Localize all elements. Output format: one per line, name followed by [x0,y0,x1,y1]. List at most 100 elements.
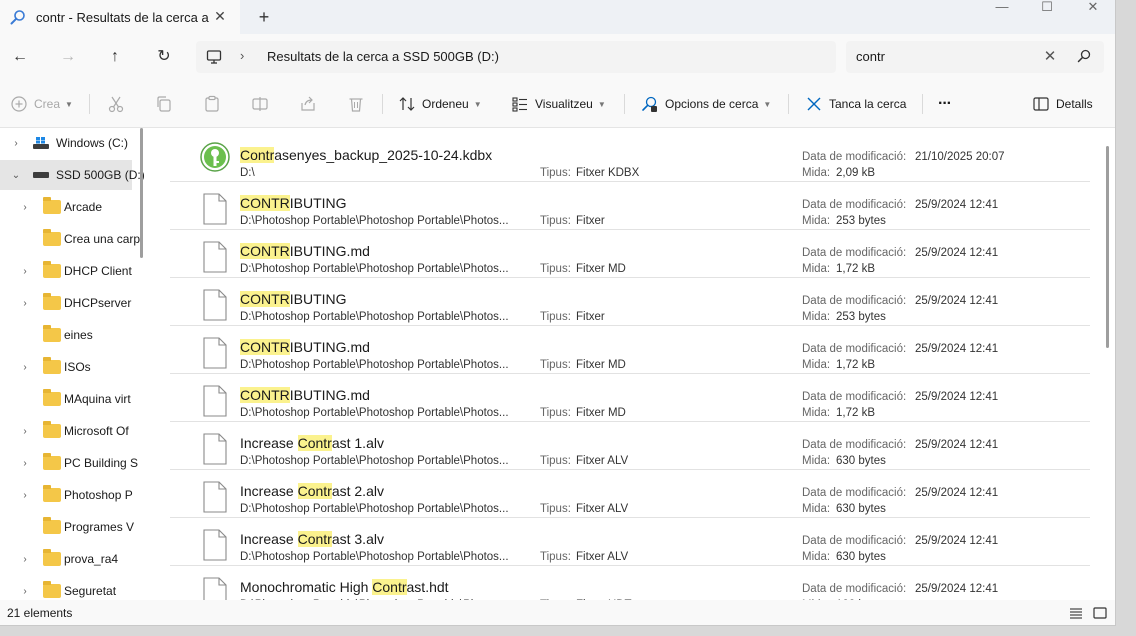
chevron-right-icon[interactable]: › [19,458,31,469]
tab-close-icon[interactable]: ✕ [212,8,228,24]
file-row[interactable]: CONTRIBUTING D:\Photoshop Portable\Photos… [170,278,1090,326]
breadcrumb-separator[interactable]: › [240,48,244,63]
chevron-right-icon[interactable]: › [19,266,31,277]
sidebar-item-label: SSD 500GB (D:) [56,168,145,182]
file-type: Fitxer MD [576,263,626,275]
back-button[interactable]: ← [8,45,32,69]
details-pane-button[interactable]: Detalls [1032,92,1093,116]
copy-icon[interactable] [155,95,173,113]
share-icon[interactable] [299,95,317,113]
search-options-label: Opcions de cerca [665,97,759,111]
keepass-icon [200,142,230,172]
clear-search-icon[interactable]: ✕ [1042,47,1058,65]
rename-icon[interactable] [251,95,269,113]
sidebar-item[interactable]: Crea una carp [0,224,140,254]
cut-icon[interactable] [107,95,125,113]
file-size: 2,09 kB [836,167,875,179]
sidebar-item[interactable]: › Photoshop P [0,480,133,510]
view-button[interactable]: Visualitzeu ▼ [511,92,606,116]
more-options-button[interactable]: ··· [938,92,952,116]
chevron-right-icon[interactable]: › [19,586,31,597]
sidebar-item[interactable]: › DHCP Client [0,256,132,286]
file-row[interactable]: Increase Contrast 2.alv D:\Photoshop Port… [170,470,1090,518]
refresh-button[interactable]: ↻ [152,45,176,69]
file-date: 25/9/2024 12:41 [915,535,999,547]
sidebar-item[interactable]: ⌄ SSD 500GB (D:) [0,160,145,190]
details-label: Detalls [1056,97,1093,111]
search-box[interactable]: contr ✕ [846,41,1104,73]
file-name: CONTRIBUTING.md [240,387,370,403]
minimize-button[interactable]: — [992,0,1012,16]
sidebar-item[interactable]: › ISOs [0,352,132,382]
search-options-button[interactable]: Opcions de cerca ▼ [641,92,771,116]
file-size: 1,72 kB [836,359,875,371]
search-icon [10,10,25,25]
chevron-right-icon[interactable]: › [19,298,31,309]
chevron-right-icon[interactable]: › [19,426,31,437]
file-row[interactable]: Monochromatic High Contrast.hdtD:\Photos… [170,566,1090,600]
file-row[interactable]: CONTRIBUTING.md D:\Photoshop Portable\Pho… [170,230,1090,278]
file-path: D:\ [240,167,255,179]
computer-icon [206,50,222,64]
folder-icon [43,517,61,534]
results-scrollbar[interactable] [1106,146,1109,348]
delete-icon[interactable] [347,95,365,113]
search-input[interactable]: contr [856,49,885,64]
sidebar-item-label: Microsoft Of [64,424,129,438]
sidebar-item[interactable]: eines [0,320,132,350]
sidebar-item[interactable]: MAquina virt [0,384,132,414]
up-button[interactable]: ↑ [103,45,127,69]
size-label: Mida: [802,215,831,227]
close-search-button[interactable]: Tanca la cerca [805,92,906,116]
sidebar-item[interactable]: › PC Building S [0,448,138,478]
close-icon [807,97,821,111]
status-bar: 21 elements [0,600,1115,625]
date-label: Data de modificació: [802,151,907,163]
file-row[interactable]: Increase Contrast 1.alv D:\Photoshop Port… [170,422,1090,470]
sidebar-item[interactable]: › DHCPserver [0,288,132,318]
chevron-right-icon[interactable]: › [19,202,31,213]
file-path: D:\Photoshop Portable\Photoshop Portable… [240,311,509,323]
address-bar[interactable]: › Resultats de la cerca a SSD 500GB (D:) [196,41,836,73]
file-row[interactable]: CONTRIBUTING D:\Photoshop Portable\Photos… [170,182,1090,230]
divider [89,94,90,114]
new-button[interactable]: Crea ▼ [10,92,73,116]
sort-button[interactable]: Ordeneu ▼ [398,92,482,116]
tab-search-results[interactable]: contr - Resultats de la cerca a ✕ [0,0,240,34]
divider [788,94,789,114]
sidebar-item[interactable]: › Arcade [0,192,132,222]
chevron-right-icon[interactable]: › [19,490,31,501]
file-row[interactable]: Increase Contrast 3.alv D:\Photoshop Port… [170,518,1090,566]
new-tab-button[interactable]: + [254,7,274,27]
sidebar-item[interactable]: › Microsoft Of [0,416,132,446]
sidebar-item-label: prova_ra4 [64,552,119,566]
forward-button[interactable]: → [56,45,80,69]
close-window-button[interactable]: ✕ [1083,0,1103,16]
sidebar-item[interactable]: › Seguretat [0,576,132,600]
file-row[interactable]: CONTRIBUTING.md D:\Photoshop Portable\Pho… [170,374,1090,422]
file-row[interactable]: Contrasenyes_backup_2025-10-24.kdbx D:\ Ti… [170,134,1090,182]
sidebar-item[interactable]: › prova_ra4 [0,544,132,574]
sidebar-item[interactable]: Programes V [0,512,134,542]
maximize-button[interactable]: ☐ [1037,0,1057,16]
plus-circle-icon [11,96,27,112]
file-name: CONTRIBUTING [240,291,347,307]
chevron-down-icon[interactable]: ⌄ [10,170,22,181]
search-icon[interactable] [1076,48,1092,64]
chevron-right-icon[interactable]: › [19,362,31,373]
chevron-right-icon[interactable]: › [19,554,31,565]
details-pane-icon [1033,97,1049,111]
breadcrumb[interactable]: Resultats de la cerca a SSD 500GB (D:) [267,49,499,64]
file-explorer-window: contr - Resultats de la cerca a ✕ + — ☐ … [0,0,1116,626]
file-name: Increase Contrast 3.alv [240,531,384,547]
file-row[interactable]: CONTRIBUTING.md D:\Photoshop Portable\Pho… [170,326,1090,374]
details-view-icon[interactable] [1068,605,1084,621]
sidebar-item[interactable]: › Windows (C:) [0,128,132,158]
chevron-right-icon[interactable]: › [10,138,22,149]
file-name: CONTRIBUTING [240,195,347,211]
paste-icon[interactable] [203,95,221,113]
sidebar-scrollbar[interactable] [140,128,143,258]
file-type: Fitxer [576,215,605,227]
large-icons-view-icon[interactable] [1092,605,1108,621]
file-name: Increase Contrast 2.alv [240,483,384,499]
